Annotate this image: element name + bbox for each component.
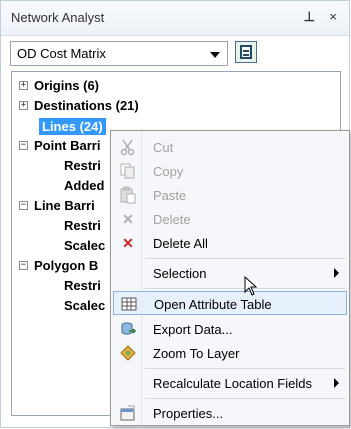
context-menu: Cut Copy Paste ✕ Delete ✕ Delete All Sel… (110, 130, 350, 426)
tree-item-label: Restri (64, 218, 101, 233)
menu-item-delete[interactable]: ✕ Delete (113, 207, 347, 231)
tree-item-label: Scalec (64, 238, 106, 253)
menu-item-label: Paste (153, 188, 187, 203)
mouse-pointer-icon (244, 275, 258, 301)
collapse-icon[interactable]: − (19, 201, 28, 210)
menu-item-recalculate-location-fields[interactable]: Recalculate Location Fields (113, 371, 347, 395)
tree-item-label: Lines (24) (39, 118, 106, 135)
menu-item-label: Selection (153, 266, 207, 281)
expand-icon[interactable]: + (19, 81, 28, 90)
menu-item-delete-all[interactable]: ✕ Delete All (113, 231, 347, 255)
menu-item-label: Delete All (153, 236, 208, 251)
menu-item-paste[interactable]: Paste (113, 183, 347, 207)
menu-item-label: Copy (153, 164, 184, 179)
menu-item-label: Delete (153, 212, 191, 227)
delete-icon: ✕ (122, 211, 134, 227)
menu-item-label: Cut (153, 140, 174, 155)
delete-all-icon: ✕ (122, 235, 134, 251)
tree-item-label: Origins (6) (34, 78, 100, 93)
zoom-to-layer-icon (119, 344, 137, 362)
submenu-arrow-icon (334, 268, 339, 278)
tree-item-label: Added (64, 178, 105, 193)
menu-item-properties[interactable]: Properties... (113, 401, 347, 425)
copy-icon (119, 162, 137, 180)
analysis-layer-dropdown[interactable]: OD Cost Matrix (10, 41, 228, 66)
export-data-icon (119, 320, 137, 338)
expand-icon[interactable]: + (19, 101, 28, 110)
tree-item-label: Polygon B (34, 258, 99, 273)
menu-separator (145, 258, 345, 259)
menu-item-selection[interactable]: Selection (113, 261, 347, 285)
tree-item-label: Line Barri (34, 198, 95, 213)
menu-item-cut[interactable]: Cut (113, 135, 347, 159)
tree-item-label: Destinations (21) (34, 98, 139, 113)
pin-icon[interactable]: ⊥ (304, 9, 315, 25)
menu-item-label: Zoom To Layer (153, 346, 240, 361)
window-titlebar: Network Analyst ⊥ × (1, 1, 349, 36)
menu-item-copy[interactable]: Copy (113, 159, 347, 183)
menu-separator (145, 368, 345, 369)
attribute-table-icon (120, 295, 138, 313)
menu-item-zoom-to-layer[interactable]: Zoom To Layer (113, 341, 347, 365)
cut-icon (119, 138, 137, 156)
chevron-down-icon[interactable] (210, 52, 220, 58)
submenu-arrow-icon (334, 378, 339, 388)
analysis-layer-value: OD Cost Matrix (17, 46, 106, 61)
menu-item-label: Properties... (153, 406, 224, 421)
collapse-icon[interactable]: − (19, 141, 28, 150)
menu-item-export-data[interactable]: Export Data... (113, 317, 347, 341)
properties-icon (119, 404, 137, 422)
collapse-icon[interactable]: − (19, 261, 28, 270)
network-analyst-window-icon (240, 45, 252, 59)
window-title: Network Analyst (11, 10, 105, 25)
paste-icon (119, 186, 137, 204)
menu-item-open-attribute-table[interactable]: Open Attribute Table (113, 291, 347, 315)
menu-item-label: Recalculate Location Fields (153, 376, 312, 391)
tree-item-label: Restri (64, 278, 101, 293)
tree-item-label: Point Barri (34, 138, 101, 153)
tree-item-label: Restri (64, 158, 101, 173)
network-analyst-window-button[interactable] (235, 41, 257, 63)
menu-item-label: Export Data... (153, 322, 233, 337)
tree-item-label: Scalec (64, 298, 106, 313)
menu-separator (145, 398, 345, 399)
close-icon[interactable]: × (329, 9, 337, 24)
